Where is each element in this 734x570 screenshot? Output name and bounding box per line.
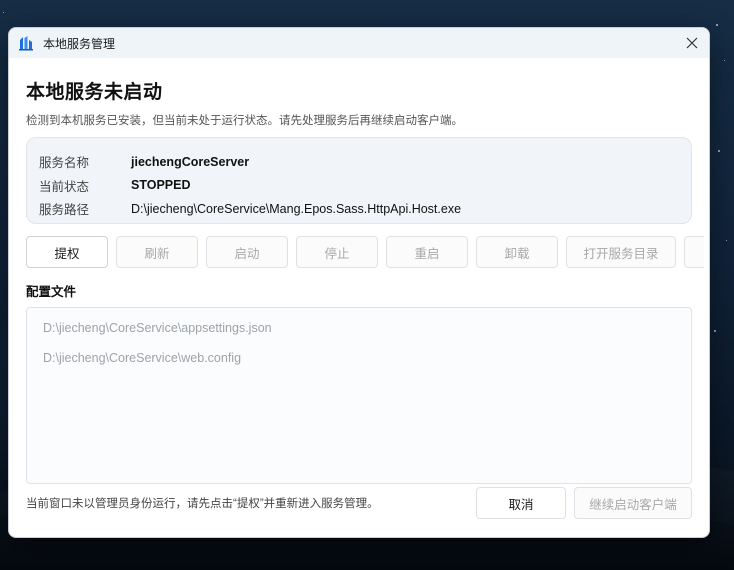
- restart-button[interactable]: 重启: [386, 236, 468, 268]
- config-section-label: 配置文件: [26, 285, 77, 299]
- service-name-label: 服务名称: [39, 156, 90, 171]
- page-title: 本地服务未启动: [26, 82, 163, 103]
- service-path-value: D:\jiecheng\CoreService\Mang.Epos.Sass.H…: [131, 201, 462, 216]
- stop-button[interactable]: 停止: [296, 236, 378, 268]
- admin-warning-note: 当前窗口未以管理员身份运行，请先点击“提权”并重新进入服务管理。: [26, 498, 379, 510]
- config-file-item[interactable]: D:\jiecheng\CoreService\appsettings.json: [43, 318, 675, 348]
- start-button[interactable]: 启动: [206, 236, 288, 268]
- app-logo-icon: [17, 34, 35, 52]
- page-description: 检测到本机服务已安装，但当前未处于运行状态。请先处理服务后再继续启动客户端。: [26, 115, 463, 127]
- config-file-list[interactable]: D:\jiecheng\CoreService\appsettings.json…: [26, 307, 692, 484]
- overflow-button[interactable]: [684, 236, 704, 268]
- cancel-button[interactable]: 取消: [476, 487, 566, 519]
- service-name-value: jiechengCoreServer: [131, 154, 250, 169]
- service-status-label: 当前状态: [39, 179, 90, 194]
- uninstall-button[interactable]: 卸载: [476, 236, 558, 268]
- service-manager-dialog: 本地服务管理 本地服务未启动 检测到本机服务已安装，但当前未处于运行状态。请先处…: [8, 27, 710, 538]
- open-service-dir-button[interactable]: 打开服务目录: [566, 236, 676, 268]
- service-name-row: 服务名称 jiechengCoreServer: [39, 150, 679, 174]
- config-file-item[interactable]: D:\jiecheng\CoreService\web.config: [43, 348, 675, 378]
- window-title: 本地服务管理: [43, 36, 116, 51]
- action-button-row: 提权 刷新 启动 停止 重启 卸载 打开服务目录: [26, 236, 704, 268]
- continue-launch-button[interactable]: 继续启动客户端: [574, 487, 692, 519]
- dialog-footer: 当前窗口未以管理员身份运行，请先点击“提权”并重新进入服务管理。 取消 继续启动…: [26, 487, 692, 519]
- close-icon: [686, 37, 698, 49]
- service-status-row: 当前状态 STOPPED: [39, 174, 679, 198]
- elevate-button[interactable]: 提权: [26, 236, 108, 268]
- service-info-card: 服务名称 jiechengCoreServer 当前状态 STOPPED 服务路…: [26, 137, 692, 224]
- service-path-row: 服务路径 D:\jiecheng\CoreService\Mang.Epos.S…: [39, 197, 679, 221]
- title-bar: 本地服务管理: [9, 28, 709, 58]
- refresh-button[interactable]: 刷新: [116, 236, 198, 268]
- service-path-label: 服务路径: [39, 203, 90, 218]
- service-status-value: STOPPED: [131, 178, 191, 193]
- close-button[interactable]: [675, 28, 709, 58]
